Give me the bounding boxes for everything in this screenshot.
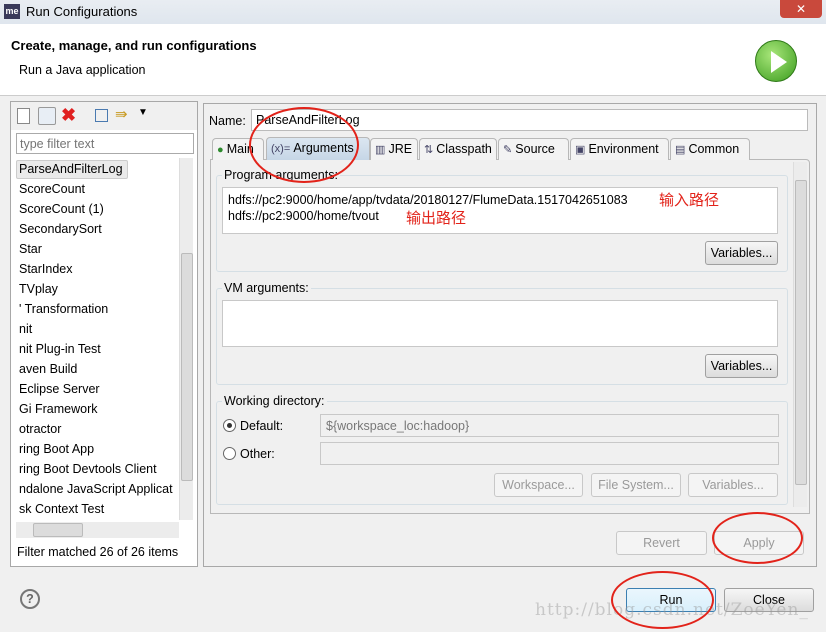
- tab-source[interactable]: ✎ Source: [498, 138, 569, 160]
- list-scroll-thumb[interactable]: [181, 253, 193, 481]
- annotation-circle-run: [611, 571, 714, 629]
- sidebar: ✖ ⇛ ▼ ParseAndFilterLog ScoreCount ScoreCo…: [10, 101, 198, 567]
- header-title: Create, manage, and run configurations: [11, 38, 257, 53]
- environment-icon: ▣: [575, 144, 589, 156]
- annotation-output-path: 输出路径: [406, 210, 467, 227]
- jre-icon: ▥: [375, 144, 389, 156]
- default-label: Default:: [240, 419, 284, 433]
- main-icon: ●: [217, 144, 227, 156]
- list-scrollbar[interactable]: [179, 158, 193, 520]
- vm-arguments-input[interactable]: [222, 300, 778, 347]
- delete-config-icon[interactable]: ✖: [61, 105, 76, 126]
- config-list-item[interactable]: sk Context Test: [19, 502, 104, 516]
- title-bar: me Run Configurations ✕: [0, 0, 826, 24]
- config-list-item[interactable]: Star: [19, 242, 42, 256]
- config-list-item[interactable]: ndalone JavaScript Applicat: [19, 482, 173, 496]
- new-config-icon[interactable]: [17, 108, 30, 124]
- config-list-item[interactable]: nit Plug-in Test: [19, 342, 101, 356]
- program-arguments-input[interactable]: hdfs://pc2:9000/home/app/tvdata/20180127…: [222, 187, 778, 234]
- default-directory-field: ${workspace_loc:hadoop}: [320, 414, 779, 437]
- view-menu-icon[interactable]: ▼: [138, 107, 148, 118]
- classpath-icon: ⇅: [424, 144, 437, 156]
- tab-common[interactable]: ▤ Common: [670, 138, 750, 160]
- filter-status: Filter matched 26 of 26 items: [17, 545, 179, 559]
- config-list-item[interactable]: ScoreCount: [19, 182, 85, 196]
- program-arg-line: hdfs://pc2:9000/home/app/tvdata/20180127…: [228, 193, 628, 207]
- default-radio[interactable]: [223, 419, 236, 432]
- run-banner-icon: [755, 40, 797, 82]
- tab-environment[interactable]: ▣ Environment: [570, 138, 669, 160]
- config-list-item[interactable]: nit: [19, 322, 32, 336]
- panel-scrollbar[interactable]: [793, 162, 807, 507]
- annotation-circle-arguments: [249, 107, 359, 183]
- help-button[interactable]: ?: [20, 589, 40, 609]
- config-list-item[interactable]: ' Transformation: [19, 302, 108, 316]
- config-list: ParseAndFilterLog ScoreCount ScoreCount (1…: [11, 158, 197, 520]
- annotation-input-path: 输入路径: [659, 192, 720, 209]
- config-list-item[interactable]: StarIndex: [19, 262, 73, 276]
- tab-label: Common: [688, 142, 740, 156]
- annotation-circle-apply: [712, 512, 803, 564]
- config-list-item[interactable]: ScoreCount (1): [19, 202, 104, 216]
- file-system-button[interactable]: File System...: [591, 473, 681, 497]
- tab-label: Environment: [588, 142, 659, 156]
- revert-button[interactable]: Revert: [616, 531, 707, 555]
- tab-classpath[interactable]: ⇅ Classpath: [419, 138, 497, 160]
- other-radio[interactable]: [223, 447, 236, 460]
- config-list-item[interactable]: otractor: [19, 422, 61, 436]
- app-icon: me: [4, 4, 20, 19]
- config-list-item[interactable]: SecondarySort: [19, 222, 102, 236]
- header: Create, manage, and run configurations R…: [0, 24, 826, 96]
- program-arg-line: hdfs://pc2:9000/home/tvout: [228, 209, 379, 223]
- name-label: Name:: [209, 114, 246, 128]
- tab-jre[interactable]: ▥ JRE: [370, 138, 418, 160]
- other-directory-field: [320, 442, 779, 465]
- config-list-item[interactable]: TVplay: [19, 282, 58, 296]
- window-title: Run Configurations: [26, 4, 138, 19]
- config-list-item[interactable]: ParseAndFilterLog: [19, 162, 123, 176]
- config-list-item[interactable]: Gi Framework: [19, 402, 97, 416]
- tab-label: JRE: [388, 142, 413, 156]
- filter-config-icon[interactable]: ⇛: [115, 105, 128, 123]
- working-directory-label: Working directory:: [222, 394, 327, 408]
- config-list-item[interactable]: ring Boot App: [19, 442, 94, 456]
- horizontal-scrollbar[interactable]: [16, 522, 179, 538]
- vm-arguments-label: VM arguments:: [222, 281, 311, 295]
- source-icon: ✎: [503, 144, 516, 156]
- program-variables-button[interactable]: Variables...: [705, 241, 778, 265]
- vm-variables-button[interactable]: Variables...: [705, 354, 778, 378]
- workspace-button[interactable]: Workspace...: [494, 473, 583, 497]
- config-list-item[interactable]: ring Boot Devtools Client: [19, 462, 157, 476]
- filter-input[interactable]: [16, 133, 194, 154]
- duplicate-config-icon[interactable]: [38, 107, 56, 125]
- other-label: Other:: [240, 447, 275, 461]
- close-window-button[interactable]: ✕: [780, 0, 822, 18]
- header-subtitle: Run a Java application: [19, 63, 146, 77]
- tab-label: Source: [515, 142, 555, 156]
- tab-label: Classpath: [436, 142, 492, 156]
- common-icon: ▤: [675, 144, 689, 156]
- collapse-all-icon[interactable]: [95, 109, 108, 122]
- workdir-variables-button[interactable]: Variables...: [688, 473, 778, 497]
- sidebar-toolbar: ✖ ⇛ ▼: [11, 102, 197, 130]
- config-list-item[interactable]: Eclipse Server: [19, 382, 100, 396]
- config-list-item[interactable]: aven Build: [19, 362, 77, 376]
